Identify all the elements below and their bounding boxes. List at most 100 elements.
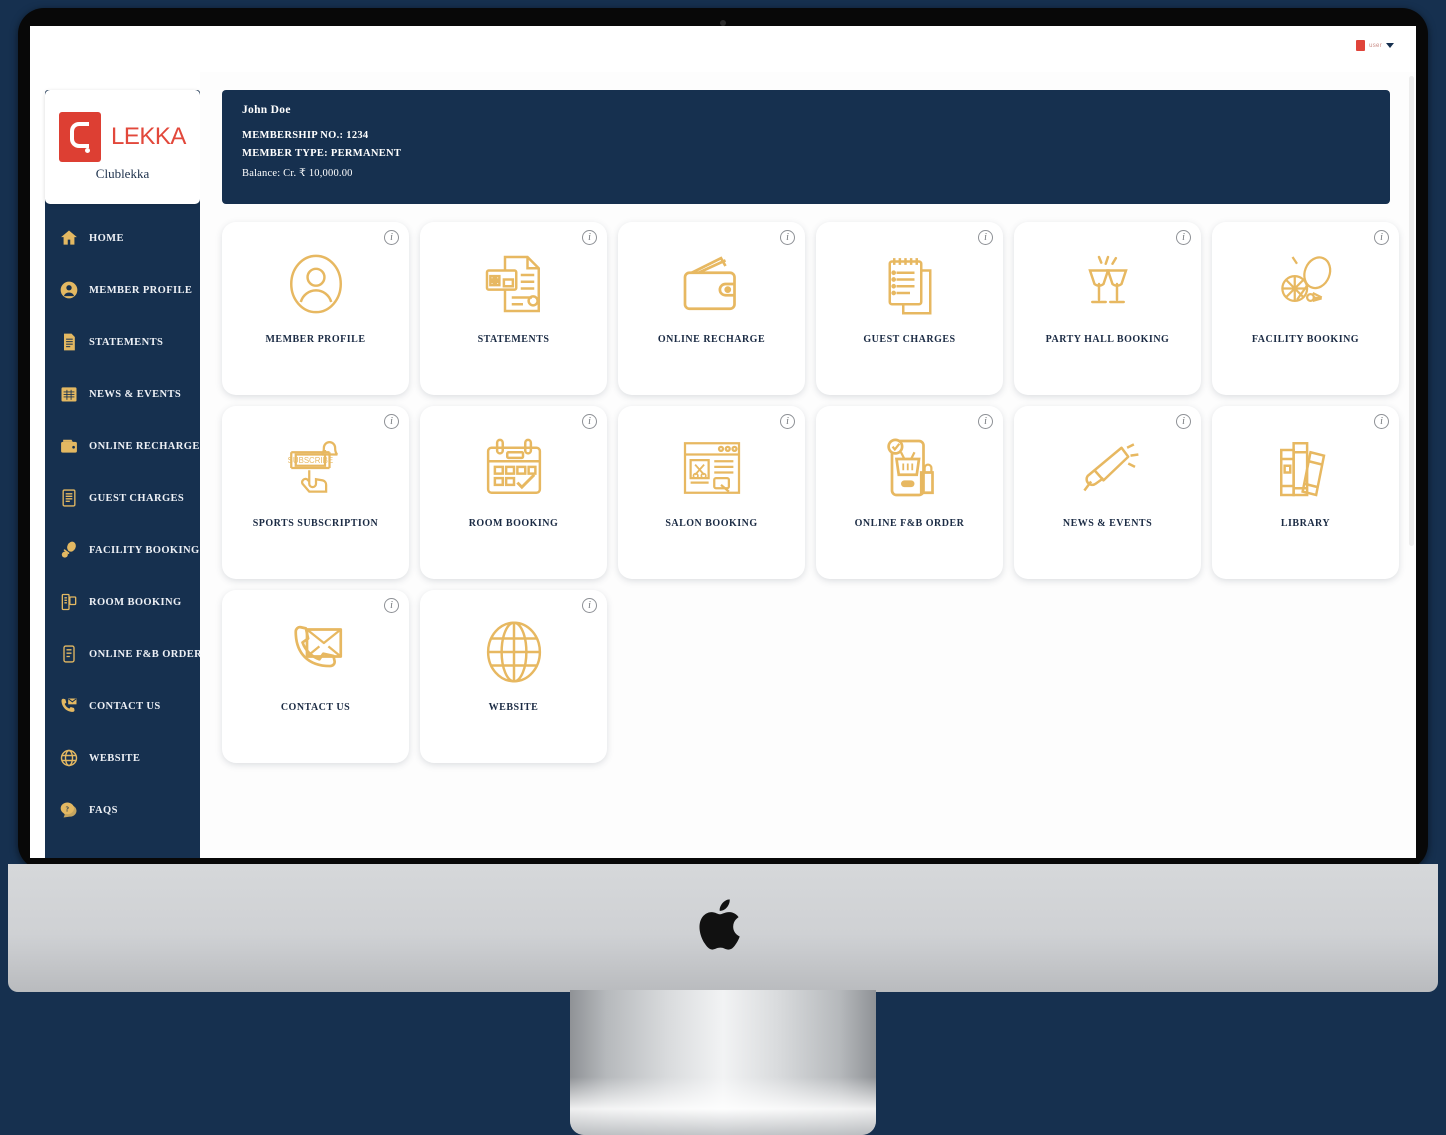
- tile-news-events[interactable]: i NEWS & EVENTS: [1014, 406, 1201, 579]
- books-icon: [1270, 432, 1342, 504]
- tile-website[interactable]: i WEBSITE: [420, 590, 607, 763]
- info-icon[interactable]: i: [978, 230, 993, 245]
- sidebar-item-label: WEBSITE: [89, 752, 141, 764]
- invoice-icon: [59, 488, 79, 508]
- sidebar-item-online-fb-order[interactable]: ONLINE F&B ORDER: [45, 628, 203, 680]
- sidebar-item-online-recharge[interactable]: ONLINE RECHARGE: [45, 420, 200, 472]
- screen-content: user LEKKA Clublekka HOME MEMBER PROFILE…: [30, 26, 1416, 858]
- info-icon[interactable]: i: [384, 598, 399, 613]
- svg-text:SUBSCRIBE: SUBSCRIBE: [287, 456, 332, 465]
- vertical-scrollbar[interactable]: [1409, 76, 1414, 546]
- tile-label: NEWS & EVENTS: [1062, 518, 1153, 529]
- sidebar-item-contact-us[interactable]: CONTACT US: [45, 680, 200, 732]
- globe-icon: [478, 616, 550, 688]
- wallet-icon: [676, 248, 748, 320]
- sidebar-item-label: STATEMENTS: [89, 336, 164, 348]
- tile-party-hall-booking[interactable]: i PARTY HALL BOOKING: [1014, 222, 1201, 395]
- info-icon[interactable]: i: [780, 414, 795, 429]
- account-menu-label: user: [1369, 42, 1382, 49]
- membership-number: MEMBERSHIP NO.: 1234: [242, 130, 369, 141]
- room-key-icon: [59, 592, 79, 612]
- info-icon[interactable]: i: [1374, 230, 1389, 245]
- calendar-icon: [59, 384, 79, 404]
- sidebar-item-label: ONLINE F&B ORDER: [89, 648, 203, 660]
- statement-document-icon: [478, 248, 550, 320]
- sidebar-item-room-booking[interactable]: ROOM BOOKING: [45, 576, 200, 628]
- subscribe-button-icon: SUBSCRIBE: [280, 432, 352, 504]
- tile-label: WEBSITE: [488, 702, 539, 713]
- member-info-banner: John Doe MEMBERSHIP NO.: 1234 MEMBER TYP…: [222, 90, 1390, 204]
- info-icon[interactable]: i: [582, 414, 597, 429]
- sidebar-item-member-profile[interactable]: MEMBER PROFILE: [45, 264, 200, 316]
- info-icon[interactable]: i: [780, 230, 795, 245]
- info-icon[interactable]: i: [384, 414, 399, 429]
- brand-row: LEKKA: [59, 112, 186, 162]
- info-icon[interactable]: i: [1176, 230, 1191, 245]
- user-circle-icon: [59, 280, 79, 300]
- info-icon[interactable]: i: [582, 230, 597, 245]
- globe-icon: [59, 748, 79, 768]
- sidebar-item-news-events[interactable]: NEWS & EVENTS: [45, 368, 200, 420]
- tile-salon-booking[interactable]: i SALON BOOKING: [618, 406, 805, 579]
- info-icon[interactable]: i: [978, 414, 993, 429]
- info-icon[interactable]: i: [582, 598, 597, 613]
- main-content: John Doe MEMBERSHIP NO.: 1234 MEMBER TYP…: [200, 72, 1416, 858]
- phone-mail-icon: [59, 696, 79, 716]
- account-menu[interactable]: user: [1356, 40, 1394, 51]
- sidebar-item-home[interactable]: HOME: [45, 212, 200, 264]
- tile-guest-charges[interactable]: i GUEST CHARGES: [816, 222, 1003, 395]
- tile-online-recharge[interactable]: i ONLINE RECHARGE: [618, 222, 805, 395]
- info-icon[interactable]: i: [1374, 414, 1389, 429]
- racket-ball-icon: [59, 540, 79, 560]
- tile-label: SPORTS SUBSCRIPTION: [252, 518, 379, 529]
- member-type: MEMBER TYPE: PERMANENT: [242, 148, 402, 159]
- sidebar-item-faqs[interactable]: ? FAQS: [45, 784, 200, 836]
- sidebar-item-label: ONLINE RECHARGE: [89, 440, 200, 452]
- sidebar-item-label: FAQS: [89, 804, 118, 816]
- dashboard-tile-grid: i MEMBER PROFILE i STATEMENTS i ONLINE R…: [222, 222, 1402, 763]
- sidebar-item-guest-charges[interactable]: GUEST CHARGES: [45, 472, 200, 524]
- tile-room-booking[interactable]: i ROOM BOOKING: [420, 406, 607, 579]
- home-icon: [59, 228, 79, 248]
- tile-online-fb-order[interactable]: i ONLINE F&B ORDER: [816, 406, 1003, 579]
- clublekka-logo-icon: [59, 112, 102, 162]
- salon-page-icon: [676, 432, 748, 504]
- mobile-order-icon: [59, 644, 79, 664]
- brand-wordmark: LEKKA: [111, 123, 186, 150]
- mobile-basket-icon: [874, 432, 946, 504]
- tile-label: ONLINE RECHARGE: [657, 334, 766, 345]
- tile-label: MEMBER PROFILE: [265, 334, 366, 345]
- info-icon[interactable]: i: [1176, 414, 1191, 429]
- imac-stand: [570, 990, 876, 1135]
- cheers-glasses-icon: [1072, 248, 1144, 320]
- notepad-icon: [874, 248, 946, 320]
- tile-library[interactable]: i LIBRARY: [1212, 406, 1399, 579]
- tile-label: ROOM BOOKING: [468, 518, 559, 529]
- sidebar-item-statements[interactable]: STATEMENTS: [45, 316, 200, 368]
- sidebar-item-label: FACILITY BOOKING: [89, 544, 200, 556]
- chevron-down-icon[interactable]: [1386, 43, 1394, 48]
- info-icon[interactable]: i: [384, 230, 399, 245]
- tile-label: LIBRARY: [1280, 518, 1331, 529]
- calendar-check-icon: [478, 432, 550, 504]
- tile-statements[interactable]: i STATEMENTS: [420, 222, 607, 395]
- tile-label: SALON BOOKING: [665, 518, 758, 529]
- svg-text:?: ?: [66, 805, 70, 813]
- megaphone-icon: [1072, 432, 1144, 504]
- user-circle-icon: [280, 248, 352, 320]
- brand-logo[interactable]: LEKKA Clublekka: [45, 90, 200, 204]
- question-bubble-icon: ?: [59, 800, 79, 820]
- tile-contact-us[interactable]: i CONTACT US: [222, 590, 409, 763]
- tile-member-profile[interactable]: i MEMBER PROFILE: [222, 222, 409, 395]
- tile-label: PARTY HALL BOOKING: [1045, 334, 1170, 345]
- racket-ball-icon: [1270, 248, 1342, 320]
- sidebar-item-label: HOME: [89, 232, 124, 244]
- tile-sports-subscription[interactable]: i SUBSCRIBE SPORTS SUBSCRIPTION: [222, 406, 409, 579]
- tile-facility-booking[interactable]: i FACILITY BOOKING: [1212, 222, 1399, 395]
- tile-label: GUEST CHARGES: [863, 334, 956, 345]
- phone-envelope-icon: [280, 616, 352, 688]
- member-balance: Balance: Cr. ₹ 10,000.00: [242, 168, 353, 179]
- sidebar-item-facility-booking[interactable]: FACILITY BOOKING: [45, 524, 200, 576]
- sidebar-item-label: CONTACT US: [89, 700, 161, 712]
- sidebar-item-website[interactable]: WEBSITE: [45, 732, 200, 784]
